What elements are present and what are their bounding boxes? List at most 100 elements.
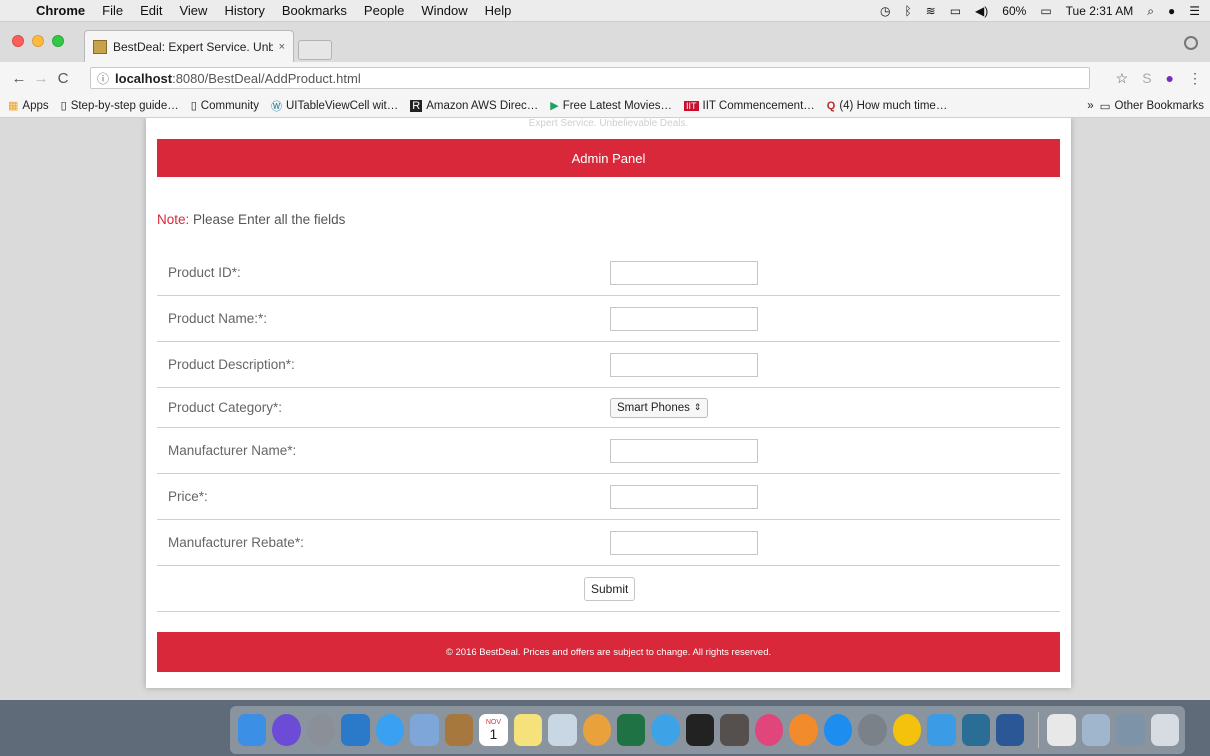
form-row-product-category: Product Category*: Smart Phones ⇕	[157, 388, 1060, 428]
notes-icon[interactable]	[513, 714, 543, 746]
vscode-icon[interactable]	[341, 714, 370, 746]
product-name-label: Product Name:*:	[168, 311, 268, 326]
manufacturer-rebate-input[interactable]	[610, 530, 758, 555]
bookmark-quora[interactable]: Q (4) How much time…	[827, 100, 948, 112]
bookmark-step-by-step[interactable]: ▯ Step-by-step guide…	[61, 99, 179, 113]
admin-panel-header: Admin Panel	[157, 139, 1060, 177]
time-machine-icon[interactable]: ◷	[880, 4, 890, 18]
chrome-menu-icon[interactable]: ⋮	[1188, 70, 1202, 87]
airplay-icon[interactable]: ▭	[950, 4, 961, 18]
menu-file[interactable]: File	[102, 3, 123, 18]
dock-separator	[1038, 712, 1040, 748]
bookmark-uitableviewcell[interactable]: Ⓦ UITableViewCell wit…	[271, 98, 398, 114]
close-window-button[interactable]	[12, 35, 24, 47]
reload-icon[interactable]: C	[52, 70, 74, 87]
menu-bookmarks[interactable]: Bookmarks	[282, 3, 347, 18]
preview-icon[interactable]	[410, 714, 439, 746]
page-icon: ▯	[190, 100, 197, 112]
menu-window[interactable]: Window	[421, 3, 467, 18]
product-id-input[interactable]	[610, 260, 758, 285]
wifi-icon[interactable]: ≋	[926, 4, 936, 18]
manufacturer-name-input[interactable]	[610, 438, 758, 463]
battery-percent[interactable]: 60%	[1002, 4, 1026, 18]
word-icon[interactable]	[995, 714, 1025, 746]
menu-app-name[interactable]: Chrome	[36, 3, 85, 18]
mysql-workbench-icon[interactable]	[961, 714, 990, 746]
photos-icon[interactable]	[582, 714, 611, 746]
screenshot-icon[interactable]	[1116, 714, 1145, 746]
other-bookmarks[interactable]: Other Bookmarks	[1115, 100, 1204, 112]
menu-people[interactable]: People	[364, 3, 404, 18]
ibooks-icon[interactable]	[789, 714, 818, 746]
page-container: Expert Service. Unbelievable Deals. Admi…	[146, 118, 1071, 688]
product-id-label: Product ID*:	[168, 265, 241, 280]
photo-booth-icon[interactable]	[720, 714, 749, 746]
address-bar[interactable]: ⓘ localhost :8080/BestDeal/AddProduct.ht…	[90, 67, 1090, 89]
zoom-window-button[interactable]	[52, 35, 64, 47]
volume-icon[interactable]: ◀)	[975, 4, 988, 18]
menu-help[interactable]: Help	[485, 3, 512, 18]
messages-icon[interactable]	[651, 714, 680, 746]
product-category-select[interactable]: Smart Phones ⇕	[610, 397, 709, 418]
browser-tabstrip: BestDeal: Expert Service. Unbe ×	[0, 22, 1210, 62]
form-row-manufacturer-rebate: Manufacturer Rebate*:	[157, 520, 1060, 566]
bookmarks-overflow: » ▭ Other Bookmarks	[1087, 94, 1204, 118]
bookmark-free-movies[interactable]: ▶ Free Latest Movies…	[550, 99, 672, 113]
bluetooth-icon[interactable]: ᛒ	[904, 4, 911, 18]
calendar-icon[interactable]: NOV 1	[479, 714, 508, 746]
siri-icon[interactable]: ●	[1168, 4, 1175, 18]
site-info-icon[interactable]: ⓘ	[97, 70, 109, 87]
close-tab-icon[interactable]: ×	[279, 41, 285, 53]
form-note: Note: Please Enter all the fields	[157, 212, 345, 227]
browser-toolbar: ← → C ⓘ localhost :8080/BestDeal/AddProd…	[0, 62, 1210, 94]
url-path: :8080/BestDeal/AddProduct.html	[172, 70, 361, 86]
product-name-input[interactable]	[610, 306, 758, 331]
forward-icon[interactable]: →	[30, 70, 52, 87]
sqlite-icon[interactable]	[548, 714, 577, 746]
note-text: Please Enter all the fields	[189, 212, 346, 227]
bookmark-apps[interactable]: ▦ Apps	[8, 99, 49, 113]
chevron-double-right-icon[interactable]: »	[1087, 100, 1093, 112]
spotlight-icon[interactable]: ⌕	[1147, 4, 1154, 19]
menu-edit[interactable]: Edit	[140, 3, 162, 18]
price-input[interactable]	[610, 484, 758, 509]
skype-extension-icon[interactable]: S	[1142, 70, 1151, 87]
app-store-icon[interactable]	[823, 714, 853, 746]
siri-dock-icon[interactable]	[272, 714, 301, 746]
excel-icon[interactable]	[616, 714, 646, 746]
submit-button[interactable]: Submit	[584, 577, 636, 601]
trash-icon[interactable]	[1150, 714, 1180, 746]
system-preferences-icon[interactable]	[858, 714, 887, 746]
yahoo-extension-icon[interactable]: ●	[1166, 70, 1174, 87]
launchpad-icon[interactable]	[306, 714, 336, 746]
page-footer: © 2016 BestDeal. Prices and offers are s…	[157, 632, 1060, 672]
minimize-window-button[interactable]	[32, 35, 44, 47]
bookmark-amazon-aws[interactable]: R Amazon AWS Direc…	[410, 99, 538, 112]
bookmark-iit-commencement[interactable]: IIT IIT Commencement…	[684, 100, 815, 112]
contacts-icon[interactable]	[444, 714, 474, 746]
document-icon[interactable]	[1047, 714, 1076, 746]
notification-center-icon[interactable]: ☰	[1189, 4, 1200, 18]
safari-icon[interactable]	[375, 714, 405, 746]
menu-view[interactable]: View	[179, 3, 207, 18]
finder-icon[interactable]	[238, 714, 267, 746]
form-row-manufacturer-name: Manufacturer Name*:	[157, 428, 1060, 474]
new-tab-button[interactable]	[298, 40, 332, 60]
clock[interactable]: Tue 2:31 AM	[1066, 4, 1134, 18]
menu-history[interactable]: History	[224, 3, 264, 18]
battery-icon[interactable]: ▭	[1040, 4, 1051, 18]
page-viewport: Expert Service. Unbelievable Deals. Admi…	[0, 118, 1210, 700]
product-description-input[interactable]	[610, 352, 758, 377]
back-icon[interactable]: ←	[8, 70, 30, 87]
browser-tab-active[interactable]: BestDeal: Expert Service. Unbe ×	[84, 30, 294, 62]
chrome-dock-icon[interactable]	[892, 714, 922, 746]
bookmark-community[interactable]: ▯ Community	[190, 99, 259, 113]
bookmark-star-icon[interactable]: ☆	[1116, 70, 1129, 87]
profile-icon[interactable]	[1184, 36, 1198, 50]
keyboard-viewer-icon[interactable]	[1081, 714, 1111, 746]
itunes-icon[interactable]	[754, 714, 784, 746]
select-arrows-icon: ⇕	[693, 402, 702, 412]
site-tagline: Expert Service. Unbelievable Deals.	[528, 118, 689, 129]
terminal-icon[interactable]	[685, 714, 715, 746]
xcode-icon[interactable]	[927, 714, 956, 746]
